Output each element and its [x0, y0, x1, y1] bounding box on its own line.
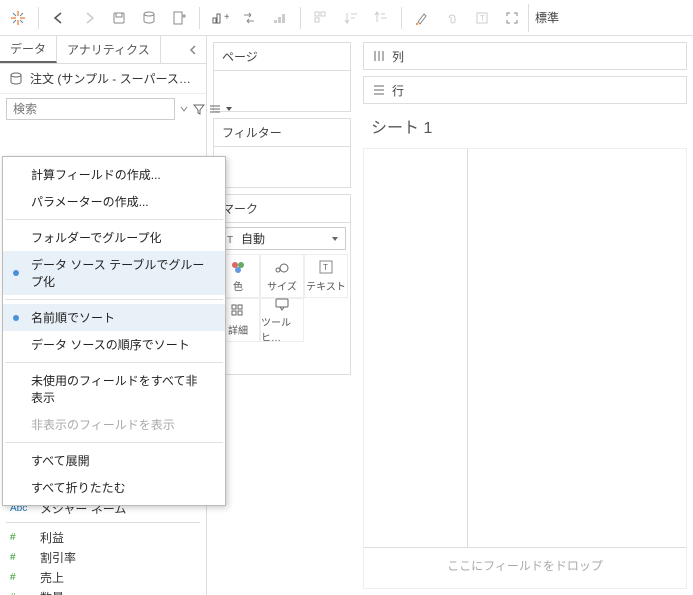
field-name: 割引率	[40, 549, 76, 566]
datasource-name: 注文 (サンプル - スーパース…	[30, 70, 191, 87]
marks-type-select[interactable]: T 自動	[218, 227, 346, 250]
highlight-button[interactable]	[408, 4, 436, 32]
group-button[interactable]	[307, 4, 335, 32]
bullet-icon	[13, 270, 19, 276]
attach-button[interactable]	[438, 4, 466, 32]
svg-text:T: T	[227, 235, 233, 245]
search-dropdown-icon[interactable]	[179, 99, 189, 119]
text-icon: T	[225, 233, 237, 245]
text-icon: T	[319, 259, 333, 275]
worksheet-area: 列 行 シート 1 ここにフィールドをドロップ	[357, 36, 693, 595]
cards-column: ページ フィルター マーク T 自動 色	[207, 36, 357, 595]
columns-shelf[interactable]: 列	[363, 42, 687, 70]
columns-label: 列	[392, 48, 404, 65]
marks-size-button[interactable]: サイズ	[260, 254, 304, 298]
new-data-button[interactable]	[135, 4, 163, 32]
size-icon	[274, 259, 290, 275]
field-type-icon: #	[10, 532, 32, 543]
menu-group-table[interactable]: データ ソース テーブルでグループ化	[3, 251, 225, 295]
field-name: 数量	[40, 589, 64, 595]
pages-header: ページ	[214, 43, 350, 71]
bullet-icon	[13, 315, 19, 321]
sheet-title[interactable]: シート 1	[357, 104, 693, 148]
field-type-icon: #	[10, 592, 32, 595]
menu-collapse-all[interactable]: すべて折りたたむ	[3, 474, 225, 501]
sort-desc-icon[interactable]	[337, 4, 365, 32]
filter-icon[interactable]	[193, 99, 205, 119]
filters-card: フィルター	[213, 118, 351, 188]
menu-create-calc[interactable]: 計算フィールドの作成...	[3, 161, 225, 188]
fit-button[interactable]	[498, 4, 526, 32]
columns-icon	[372, 49, 386, 63]
fit-mode-label[interactable]: 標準	[528, 4, 573, 32]
marks-text-button[interactable]: T テキスト	[304, 254, 348, 298]
filters-header: フィルター	[214, 119, 350, 147]
viz-canvas[interactable]: ここにフィールドをドロップ	[363, 148, 687, 589]
rows-label: 行	[392, 82, 404, 99]
field-name: 売上	[40, 569, 64, 586]
fields-context-menu: 計算フィールドの作成... パラメーターの作成... フォルダーでグループ化 デ…	[2, 156, 226, 506]
swap-button[interactable]	[236, 4, 264, 32]
tableau-logo-icon[interactable]	[4, 4, 32, 32]
menu-sort-name[interactable]: 名前順でソート	[3, 304, 225, 331]
rows-shelf[interactable]: 行	[363, 76, 687, 104]
svg-text:+: +	[224, 12, 229, 23]
marks-card: マーク T 自動 色 サイズ	[213, 194, 351, 375]
field-row[interactable]: # 割引率	[0, 547, 206, 567]
field-row[interactable]: # 数量	[0, 587, 206, 595]
field-row[interactable]: # 売上	[0, 567, 206, 587]
tab-data[interactable]: データ	[0, 36, 57, 63]
menu-show-hidden: 非表示のフィールドを表示	[3, 411, 225, 438]
marks-header: マーク	[214, 195, 350, 223]
menu-expand-all[interactable]: すべて展開	[3, 447, 225, 474]
tab-analytics[interactable]: アナリティクス	[57, 36, 161, 63]
field-name: 利益	[40, 529, 64, 546]
datasource-row[interactable]: 注文 (サンプル - スーパース…	[0, 64, 206, 94]
drop-hint: ここにフィールドをドロップ	[447, 557, 603, 574]
datasource-icon	[8, 71, 24, 87]
text-button[interactable]: T	[468, 4, 496, 32]
marks-tooltip-button[interactable]: ツールヒ…	[260, 298, 304, 342]
color-icon	[230, 259, 246, 275]
menu-hide-unused[interactable]: 未使用のフィールドをすべて非表示	[3, 367, 225, 411]
menu-create-param[interactable]: パラメーターの作成...	[3, 188, 225, 215]
svg-text:T: T	[323, 263, 328, 272]
view-options-icon[interactable]	[209, 99, 221, 119]
sort-asc-button[interactable]	[266, 4, 294, 32]
new-worksheet-button[interactable]	[165, 4, 193, 32]
save-button[interactable]	[105, 4, 133, 32]
field-type-icon: #	[10, 572, 32, 583]
undo-button[interactable]	[45, 4, 73, 32]
field-divider	[6, 522, 200, 523]
redo-button[interactable]	[75, 4, 103, 32]
chevron-down-icon	[331, 235, 339, 243]
main-toolbar: + T 標準	[0, 0, 693, 36]
search-input[interactable]	[6, 98, 175, 120]
tooltip-icon	[275, 297, 289, 311]
collapse-pane-icon[interactable]	[180, 45, 206, 55]
add-chart-button[interactable]: +	[206, 4, 234, 32]
data-pane: データ アナリティクス 注文 (サンプル - スーパース…	[0, 36, 207, 595]
menu-dropdown-icon[interactable]	[225, 99, 233, 119]
sort-asc-icon[interactable]	[367, 4, 395, 32]
pages-card: ページ	[213, 42, 351, 112]
field-row[interactable]: # 利益	[0, 527, 206, 547]
svg-text:T: T	[480, 14, 485, 23]
rows-icon	[372, 83, 386, 97]
menu-group-folder[interactable]: フォルダーでグループ化	[3, 224, 225, 251]
detail-icon	[231, 303, 245, 319]
field-type-icon: #	[10, 552, 32, 563]
menu-sort-source[interactable]: データ ソースの順序でソート	[3, 331, 225, 358]
